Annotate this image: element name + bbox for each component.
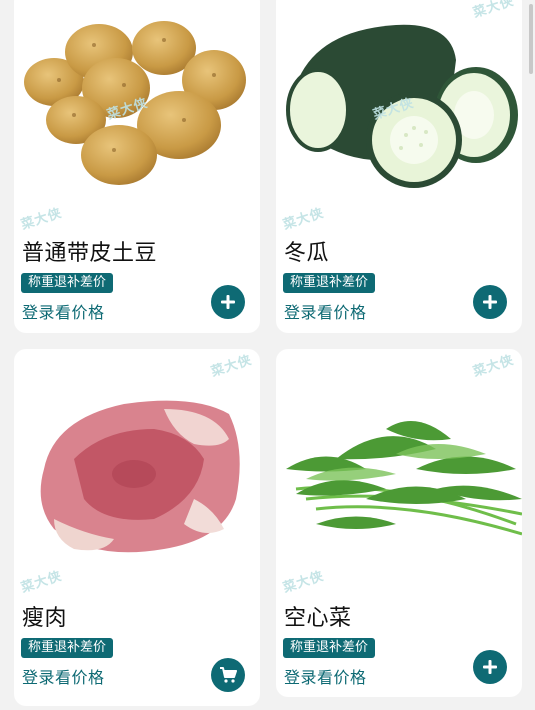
plus-icon	[483, 295, 497, 309]
product-name[interactable]: 冬瓜	[284, 235, 329, 267]
plus-icon	[483, 660, 497, 674]
product-image[interactable]	[276, 349, 522, 579]
weight-adjust-tag: 称重退补差价	[283, 273, 376, 293]
product-name[interactable]: 空心菜	[284, 600, 352, 632]
product-card[interactable]: 菜大侠 菜大侠 空心菜 称重退补差价 登录看价格	[276, 349, 522, 697]
product-card[interactable]: 菜大侠 菜大侠 菜大侠 冬瓜 称重退补差价 登录看价格	[276, 0, 522, 333]
product-card[interactable]: 菜大侠 菜大侠 瘦肉 称重退补差价 登录看价格	[14, 349, 260, 706]
scrollbar[interactable]	[529, 4, 533, 74]
login-for-price-link[interactable]: 登录看价格	[22, 664, 105, 688]
product-name[interactable]: 瘦肉	[22, 600, 67, 632]
product-card[interactable]: 菜大侠 菜大侠 普通带皮土豆 称重退补差价 登录看价格	[14, 0, 260, 333]
weight-adjust-tag: 称重退补差价	[21, 638, 114, 658]
login-for-price-link[interactable]: 登录看价格	[284, 299, 367, 323]
add-to-cart-button[interactable]	[473, 650, 507, 684]
product-grid: 菜大侠 菜大侠 普通带皮土豆 称重退补差价 登录看价格 菜大侠 菜大侠 菜大侠 …	[0, 0, 535, 710]
add-to-cart-button[interactable]	[473, 285, 507, 319]
cart-icon	[220, 667, 237, 683]
product-name[interactable]: 普通带皮土豆	[22, 235, 157, 267]
weight-adjust-tag: 称重退补差价	[21, 273, 114, 293]
login-for-price-link[interactable]: 登录看价格	[22, 299, 105, 323]
weight-adjust-tag: 称重退补差价	[283, 638, 376, 658]
cart-button[interactable]	[211, 658, 245, 692]
login-for-price-link[interactable]: 登录看价格	[284, 664, 367, 688]
plus-icon	[221, 295, 235, 309]
product-image[interactable]	[14, 349, 260, 579]
add-to-cart-button[interactable]	[211, 285, 245, 319]
